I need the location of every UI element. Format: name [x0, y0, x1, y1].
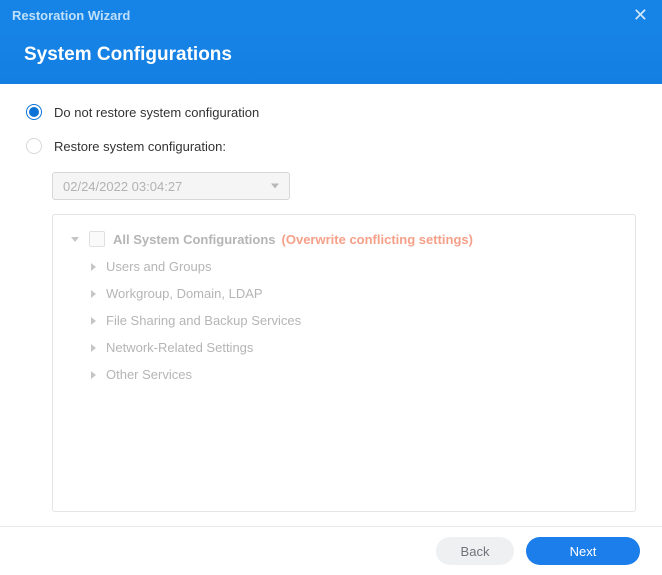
chevron-right-icon [91, 371, 96, 379]
option-restore[interactable]: Restore system configuration: [26, 138, 636, 154]
chevron-down-icon [271, 184, 279, 189]
next-button[interactable]: Next [526, 537, 640, 565]
tree-child-label: Users and Groups [106, 259, 212, 274]
chevron-down-icon [71, 237, 79, 242]
tree-child-users-groups[interactable]: Users and Groups [91, 259, 617, 274]
radio-icon-unselected [26, 138, 42, 154]
tree-root-row[interactable]: All System Configurations (Overwrite con… [71, 231, 617, 247]
option-do-not-restore-label: Do not restore system configuration [54, 105, 259, 120]
option-restore-label: Restore system configuration: [54, 139, 226, 154]
titlebar-title: Restoration Wizard [12, 8, 130, 23]
tree-child-workgroup[interactable]: Workgroup, Domain, LDAP [91, 286, 617, 301]
tree-root-label: All System Configurations [113, 232, 276, 247]
version-dropdown[interactable]: 02/24/2022 03:04:27 [52, 172, 290, 200]
wizard-header: System Configurations [0, 30, 662, 84]
restore-sub-area: 02/24/2022 03:04:27 All System Configura… [52, 172, 636, 512]
tree-child-label: Other Services [106, 367, 192, 382]
chevron-right-icon [91, 344, 96, 352]
wizard-body: Do not restore system configuration Rest… [0, 84, 662, 512]
chevron-right-icon [91, 290, 96, 298]
close-icon[interactable]: ✕ [631, 6, 650, 24]
back-button[interactable]: Back [436, 537, 514, 565]
tree-root-warning: (Overwrite conflicting settings) [282, 232, 473, 247]
chevron-right-icon [91, 263, 96, 271]
version-dropdown-value: 02/24/2022 03:04:27 [63, 179, 182, 194]
radio-icon-selected [26, 104, 42, 120]
tree-child-label: File Sharing and Backup Services [106, 313, 301, 328]
tree-child-label: Network-Related Settings [106, 340, 253, 355]
tree-child-file-sharing[interactable]: File Sharing and Backup Services [91, 313, 617, 328]
wizard-footer: Back Next [0, 526, 662, 575]
tree-child-label: Workgroup, Domain, LDAP [106, 286, 263, 301]
tree-child-other[interactable]: Other Services [91, 367, 617, 382]
config-tree-panel: All System Configurations (Overwrite con… [52, 214, 636, 512]
page-title: System Configurations [24, 44, 638, 66]
tree-root-checkbox[interactable] [89, 231, 105, 247]
tree-child-network[interactable]: Network-Related Settings [91, 340, 617, 355]
option-do-not-restore[interactable]: Do not restore system configuration [26, 104, 636, 120]
titlebar: Restoration Wizard ✕ [0, 0, 662, 30]
chevron-right-icon [91, 317, 96, 325]
